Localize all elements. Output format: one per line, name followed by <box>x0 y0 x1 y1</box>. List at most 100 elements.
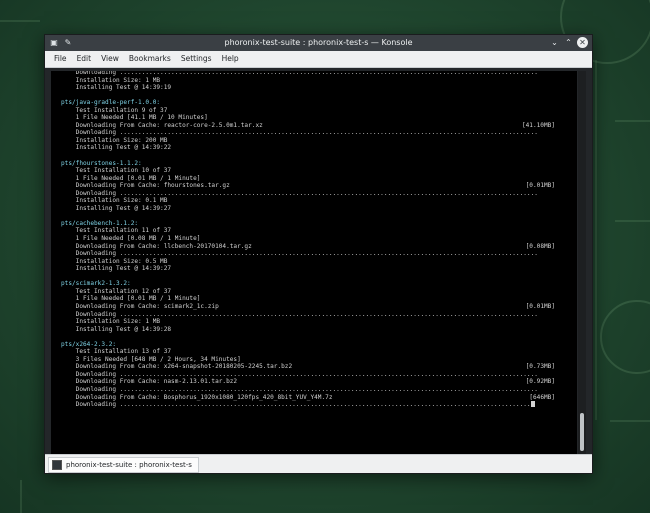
tab-session[interactable]: phoronix-test-suite : phoronix-test-s <box>48 457 199 473</box>
terminal-line: Downloading ............................… <box>61 129 577 137</box>
menu-bookmarks[interactable]: Bookmarks <box>124 51 176 67</box>
background-circle-decoration <box>600 300 650 374</box>
terminal-line: Test Installation 10 of 37 <box>61 167 577 175</box>
terminal-line-text: pts/cachebench-1.1.2: <box>61 219 139 227</box>
download-size: [0.73MB] <box>525 363 555 371</box>
terminal-line-text: Test Installation 10 of 37 <box>61 167 172 175</box>
terminal-line: Downloading ............................… <box>61 190 577 198</box>
menu-view[interactable]: View <box>96 51 124 67</box>
tab-label: phoronix-test-suite : phoronix-test-s <box>66 461 192 469</box>
scrollbar-thumb[interactable] <box>580 413 584 451</box>
background-line-decoration <box>0 20 40 22</box>
terminal-line-text: Downloading ............................… <box>61 189 538 197</box>
terminal-line: Downloading From Cache: scimark2_1c.zip [… <box>61 303 577 311</box>
terminal-icon <box>52 460 62 470</box>
terminal-line: Test Installation 9 of 37 <box>61 107 577 115</box>
terminal-icon[interactable]: ▣ <box>49 38 59 48</box>
terminal-test-header: pts/cachebench-1.1.2: <box>61 220 577 228</box>
terminal-line-text: Downloading ............................… <box>61 129 538 137</box>
terminal-line-text: Downloading ............................… <box>61 370 538 378</box>
terminal-line: Downloading From Cache: fhourstones.tar.… <box>61 182 577 190</box>
menu-bar: File Edit View Bookmarks Settings Help <box>45 51 592 68</box>
terminal-line: Test Installation 13 of 37 <box>61 348 577 356</box>
terminal-line: Installing Test @ 14:39:27 <box>61 205 577 213</box>
window-title: phoronix-test-suite : phoronix-test-s — … <box>224 38 413 47</box>
terminal-line: Downloading From Cache: reactor-core-2.5… <box>61 122 577 130</box>
tab-bar: phoronix-test-suite : phoronix-test-s <box>45 454 592 473</box>
konsole-window: ▣ ✎ phoronix-test-suite : phoronix-test-… <box>44 34 593 474</box>
terminal-line-text: Installation Size: 0.5 MB <box>61 257 168 265</box>
terminal-line-text: 1 File Needed [0.01 MB / 1 Minute] <box>61 295 201 303</box>
download-size: [0.92MB] <box>525 378 555 386</box>
background-line-decoration <box>595 60 597 420</box>
terminal-test-header: pts/x264-2.3.2: <box>61 341 577 349</box>
menu-edit[interactable]: Edit <box>72 51 97 67</box>
menu-settings[interactable]: Settings <box>176 51 217 67</box>
background-line-decoration <box>615 120 650 122</box>
terminal-line: Installing Test @ 14:39:22 <box>61 144 577 152</box>
terminal-line: Downloading From Cache: x264-snapshot-20… <box>61 363 577 371</box>
background-line-decoration <box>610 420 650 422</box>
terminal-line: 1 File Needed [0.01 MB / 1 Minute] <box>61 295 577 303</box>
terminal-line-text: Downloading From Cache: nasm-2.13.01.tar… <box>61 378 238 386</box>
terminal-line: Installing Test @ 14:39:28 <box>61 326 577 334</box>
download-size: [0.08MB] <box>525 242 555 250</box>
terminal-output[interactable]: Downloading ............................… <box>51 71 577 454</box>
terminal-line-text: pts/scimark2-1.3.2: <box>61 280 131 288</box>
menu-file[interactable]: File <box>49 51 72 67</box>
terminal-line-text: Downloading From Cache: scimark2_1c.zip <box>61 302 219 310</box>
terminal-line-text: Test Installation 9 of 37 <box>61 106 168 114</box>
terminal-line-text: Installing Test @ 14:39:27 <box>61 204 172 212</box>
terminal-line: Installing Test @ 14:39:27 <box>61 265 577 273</box>
pin-icon[interactable]: ✎ <box>63 38 73 48</box>
terminal-line: Downloading From Cache: nasm-2.13.01.tar… <box>61 378 577 386</box>
terminal-line-text: pts/x264-2.3.2: <box>61 340 117 348</box>
terminal-line: Installing Test @ 14:39:19 <box>61 84 577 92</box>
terminal-line: 1 File Needed [0.08 MB / 1 Minute] <box>61 235 577 243</box>
terminal-line: Downloading ............................… <box>61 401 577 409</box>
terminal-line-text: Installation Size: 1 MB <box>61 76 161 84</box>
download-size: [0.01MB] <box>525 302 555 310</box>
terminal-line: 1 File Needed [41.1 MB / 10 Minutes] <box>61 114 577 122</box>
terminal-line-text: Downloading From Cache: fhourstones.tar.… <box>61 182 230 190</box>
download-size: [41.10MB] <box>521 121 555 129</box>
terminal-line-text: Installing Test @ 14:39:19 <box>61 84 172 92</box>
terminal-scrollbar[interactable] <box>578 71 586 454</box>
terminal-line-text: Downloading ............................… <box>61 385 538 393</box>
title-bar[interactable]: ▣ ✎ phoronix-test-suite : phoronix-test-… <box>45 35 592 51</box>
terminal-test-header: pts/scimark2-1.3.2: <box>61 280 577 288</box>
menu-help[interactable]: Help <box>217 51 244 67</box>
terminal-line: Test Installation 12 of 37 <box>61 288 577 296</box>
terminal-line: Installation Size: 0.5 MB <box>61 258 577 266</box>
terminal-line-text: Downloading ............................… <box>61 310 538 318</box>
terminal-line-text: 1 File Needed [0.08 MB / 1 Minute] <box>61 235 201 243</box>
terminal-line: Downloading From Cache: Bosphorus_1920x1… <box>61 394 577 402</box>
terminal-line: Installation Size: 1 MB <box>61 77 577 85</box>
terminal-line-text: Downloading ............................… <box>61 250 538 258</box>
maximize-button[interactable]: ⌃ <box>563 37 574 48</box>
terminal-line-text: Test Installation 11 of 37 <box>61 227 172 235</box>
minimize-button[interactable]: ⌄ <box>549 37 560 48</box>
terminal-line: Installation Size: 200 MB <box>61 137 577 145</box>
background-line-decoration <box>615 220 650 222</box>
terminal-line-text: pts/java-gradle-perf-1.0.0: <box>61 99 161 107</box>
terminal-line: 1 File Needed [0.01 MB / 1 Minute] <box>61 175 577 183</box>
terminal-line-text: Installation Size: 200 MB <box>61 136 168 144</box>
terminal-line-text: Downloading From Cache: Bosphorus_1920x1… <box>61 393 333 401</box>
terminal-line-text: Downloading From Cache: x264-snapshot-20… <box>61 363 293 371</box>
background-line-decoration <box>20 480 22 513</box>
terminal-line-text: Installing Test @ 14:39:27 <box>61 265 172 273</box>
terminal-cursor <box>530 401 535 408</box>
close-button[interactable]: ✕ <box>577 37 588 48</box>
terminal-line: Downloading ............................… <box>61 386 577 394</box>
terminal-line: Downloading ............................… <box>61 250 577 258</box>
terminal-line-text: Installation Size: 0.1 MB <box>61 197 168 205</box>
terminal-line-text: Downloading From Cache: reactor-core-2.5… <box>61 121 263 129</box>
terminal-line-text: pts/fhourstones-1.1.2: <box>61 159 142 167</box>
terminal-test-header: pts/java-gradle-perf-1.0.0: <box>61 99 577 107</box>
terminal-line: Installation Size: 1 MB <box>61 318 577 326</box>
